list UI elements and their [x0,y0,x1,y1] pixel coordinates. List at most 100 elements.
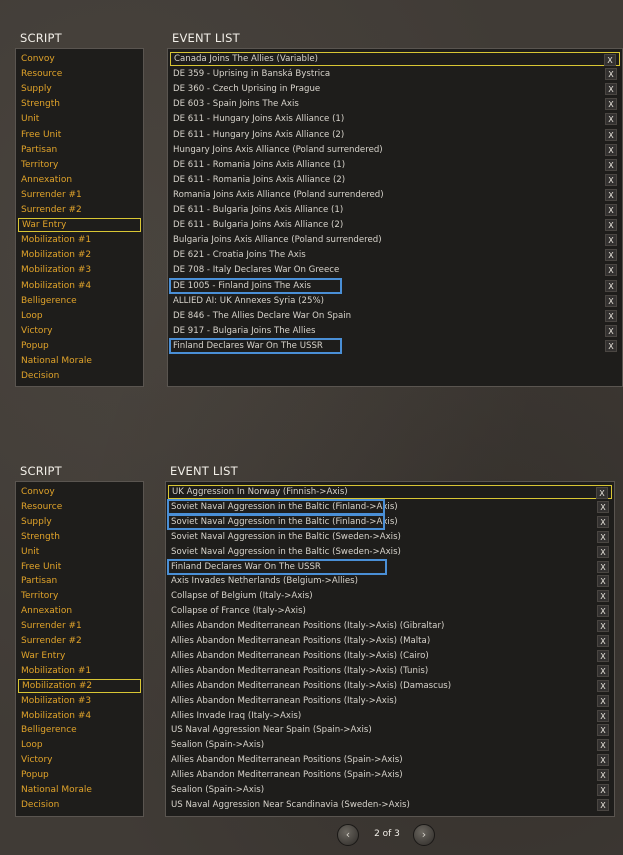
script-item[interactable]: Annexation [18,604,141,618]
event-row[interactable]: DE 359 - Uprising in Banská Bystrica X [170,67,620,81]
script-item[interactable]: Decision [18,798,141,812]
delete-event-button[interactable]: X [605,113,617,126]
delete-event-button[interactable]: X [597,500,609,513]
script-item[interactable]: War Entry [18,218,141,233]
script-item[interactable]: Belligerence [18,294,141,308]
script-item[interactable]: Surrender #2 [18,634,141,648]
delete-event-button[interactable]: X [605,98,617,111]
script-item[interactable]: Loop [18,738,141,752]
script-item[interactable]: Mobilization #4 [18,279,141,293]
delete-event-button[interactable]: X [605,83,617,96]
delete-event-button[interactable]: X [597,515,609,528]
event-row[interactable]: Allies Abandon Mediterranean Positions (… [168,679,612,693]
event-row[interactable]: DE 611 - Romania Joins Axis Alliance (1)… [170,158,620,172]
delete-event-button[interactable]: X [597,545,609,558]
next-page-button[interactable]: › [413,824,435,846]
delete-event-button[interactable]: X [597,575,609,588]
event-row[interactable]: DE 611 - Bulgaria Joins Axis Alliance (1… [170,203,620,217]
delete-event-button[interactable]: X [597,664,609,677]
script-item[interactable]: National Morale [18,354,141,368]
event-row[interactable]: DE 611 - Bulgaria Joins Axis Alliance (2… [170,218,620,232]
delete-event-button[interactable]: X [605,188,617,201]
script-item[interactable]: Popup [18,339,141,353]
delete-event-button[interactable]: X [605,294,617,307]
event-row[interactable]: Allies Abandon Mediterranean Positions (… [168,753,612,767]
event-row[interactable]: DE 360 - Czech Uprising in Prague X [170,82,620,96]
event-row[interactable]: Allies Abandon Mediterranean Positions (… [168,768,612,782]
delete-event-button[interactable]: X [605,219,617,232]
script-item[interactable]: Convoy [18,52,141,66]
event-row[interactable]: Allies Abandon Mediterranean Positions (… [168,649,612,663]
script-item[interactable]: Mobilization #1 [18,664,141,678]
script-item[interactable]: Supply [18,82,141,96]
script-item[interactable]: Territory [18,589,141,603]
event-row[interactable]: Allies Abandon Mediterranean Positions (… [168,694,612,708]
event-row[interactable]: DE 917 - Bulgaria Joins The Allies X [170,324,620,338]
script-item[interactable]: Resource [18,500,141,514]
event-row[interactable]: DE 611 - Hungary Joins Axis Alliance (2)… [170,128,620,142]
event-row[interactable]: DE 611 - Romania Joins Axis Alliance (2)… [170,173,620,187]
script-item[interactable]: Victory [18,753,141,767]
script-item[interactable]: Free Unit [18,128,141,142]
script-item[interactable]: Popup [18,768,141,782]
delete-event-button[interactable]: X [596,487,608,499]
delete-event-button[interactable]: X [597,798,609,811]
delete-event-button[interactable]: X [597,769,609,782]
delete-event-button[interactable]: X [597,754,609,767]
event-row[interactable]: Allies Abandon Mediterranean Positions (… [168,664,612,678]
event-row[interactable]: Sealion (Spain->Axis) X [168,783,612,797]
event-row[interactable]: Romania Joins Axis Alliance (Poland surr… [170,188,620,202]
script-item[interactable]: Victory [18,324,141,338]
event-row[interactable]: UK Aggression In Norway (Finnish->Axis) X [168,485,612,499]
event-row[interactable]: Soviet Naval Aggression in the Baltic (F… [168,500,612,514]
script-item[interactable]: Supply [18,515,141,529]
script-item[interactable]: Surrender #1 [18,619,141,633]
event-row[interactable]: Soviet Naval Aggression in the Baltic (F… [168,515,612,529]
delete-event-button[interactable]: X [597,724,609,737]
delete-event-button[interactable]: X [605,158,617,171]
delete-event-button[interactable]: X [597,784,609,796]
delete-event-button[interactable]: X [605,68,617,81]
prev-page-button[interactable]: ‹ [337,824,359,846]
event-row[interactable]: Bulgaria Joins Axis Alliance (Poland sur… [170,233,620,247]
delete-event-button[interactable]: X [597,605,609,618]
script-item[interactable]: Unit [18,112,141,126]
delete-event-button[interactable]: X [605,324,617,337]
event-row[interactable]: DE 603 - Spain Joins The Axis X [170,97,620,111]
event-row[interactable]: Soviet Naval Aggression in the Baltic (S… [168,530,612,544]
event-row[interactable]: Allies Abandon Mediterranean Positions (… [168,634,612,648]
script-item[interactable]: Partisan [18,574,141,588]
delete-event-button[interactable]: X [597,590,609,603]
delete-event-button[interactable]: X [597,694,609,707]
delete-event-button[interactable]: X [605,339,617,352]
script-item[interactable]: Resource [18,67,141,81]
script-item[interactable]: Convoy [18,485,141,499]
event-row[interactable]: Finland Declares War On The USSR X [168,560,612,574]
script-item[interactable]: Surrender #1 [18,188,141,202]
delete-event-button[interactable]: X [597,635,609,647]
delete-event-button[interactable]: X [605,128,617,141]
delete-event-button[interactable]: X [605,173,617,186]
script-item[interactable]: Mobilization #2 [18,678,141,693]
script-item[interactable]: Loop [18,309,141,323]
event-row[interactable]: ALLIED AI: UK Annexes Syria (25%) X [170,294,620,308]
script-item[interactable]: Partisan [18,143,141,157]
event-row[interactable]: Soviet Naval Aggression in the Baltic (S… [168,545,612,559]
event-row[interactable]: DE 1005 - Finland Joins The Axis X [170,279,620,293]
script-item[interactable]: Mobilization #4 [18,709,141,723]
delete-event-button[interactable]: X [605,309,617,322]
event-row[interactable]: Hungary Joins Axis Alliance (Poland surr… [170,143,620,157]
event-row[interactable]: DE 708 - Italy Declares War On Greece X [170,263,620,277]
delete-event-button[interactable]: X [605,249,617,262]
script-item[interactable]: Strength [18,530,141,544]
script-item[interactable]: Mobilization #3 [18,263,141,277]
script-item[interactable]: Territory [18,158,141,172]
delete-event-button[interactable]: X [605,234,617,247]
event-row[interactable]: Canada Joins The Allies (Variable) X [170,52,620,66]
event-row[interactable]: Finland Declares War On The USSR X [170,339,620,353]
delete-event-button[interactable]: X [597,739,609,752]
script-item[interactable]: Mobilization #2 [18,248,141,262]
event-row[interactable]: Allies Invade Iraq (Italy->Axis) X [168,709,612,723]
event-row[interactable]: Allies Abandon Mediterranean Positions (… [168,619,612,633]
script-item[interactable]: Strength [18,97,141,111]
